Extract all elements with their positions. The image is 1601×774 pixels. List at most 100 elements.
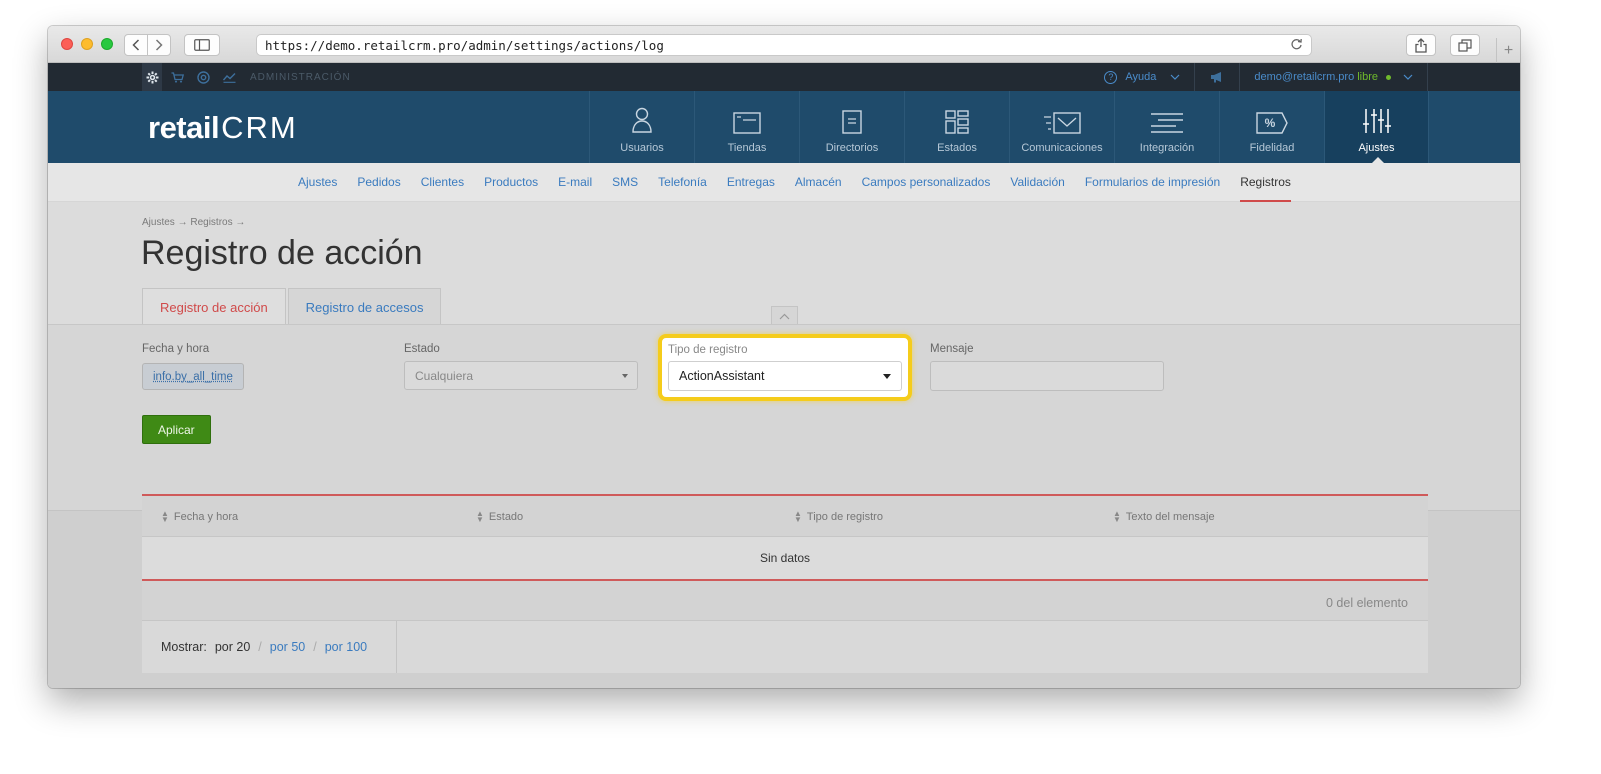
help-icon: ?: [1104, 70, 1118, 84]
subnav-email[interactable]: E-mail: [558, 163, 592, 202]
chevron-up-icon: [779, 313, 790, 319]
nav-item-label: Tiendas: [727, 142, 767, 154]
settings-subnav: Ajustes Pedidos Clientes Productos E-mai…: [48, 163, 1520, 202]
megaphone-icon[interactable]: [1195, 71, 1239, 83]
apply-button[interactable]: Aplicar: [142, 415, 211, 444]
nav-item-label: Usuarios: [620, 142, 664, 154]
forward-button[interactable]: [147, 34, 171, 56]
type-select[interactable]: ActionAssistant: [668, 361, 902, 391]
cart-icon[interactable]: [168, 68, 186, 86]
sort-icon: ▲ ▼: [476, 508, 484, 524]
page-size-100[interactable]: por 100: [325, 640, 367, 654]
new-tab-button[interactable]: +: [1496, 38, 1520, 63]
subnav-pedidos[interactable]: Pedidos: [357, 163, 400, 202]
address-bar[interactable]: https://demo.retailcrm.pro/admin/setting…: [256, 34, 1312, 56]
user-status: libre: [1357, 71, 1378, 83]
caret-down-icon: [622, 374, 628, 378]
nav-item-label: Estados: [937, 142, 977, 154]
subnav-registros[interactable]: Registros: [1240, 163, 1291, 202]
subnav-campos-personalizados[interactable]: Campos personalizados: [862, 163, 991, 202]
help-menu[interactable]: ? Ayuda: [1104, 70, 1194, 84]
type-select-value: ActionAssistant: [679, 369, 765, 383]
retailcrm-logo[interactable]: retail CRM: [148, 109, 298, 147]
sort-icon: ▲ ▼: [1113, 508, 1121, 524]
store-icon: [733, 112, 761, 134]
reload-icon[interactable]: [1290, 38, 1303, 54]
envelope-icon: [1044, 112, 1081, 134]
message-filter-label: Mensaje: [930, 343, 974, 355]
nav-item-estados[interactable]: Estados: [904, 91, 1009, 163]
subnav-entregas[interactable]: Entregas: [727, 163, 775, 202]
message-input[interactable]: [930, 361, 1164, 391]
lifebuoy-icon[interactable]: [194, 68, 212, 86]
subnav-formularios-de-impresion[interactable]: Formularios de impresión: [1085, 163, 1220, 202]
admin-section-label: ADMINISTRACIÓN: [250, 71, 351, 83]
subnav-validacion[interactable]: Validación: [1010, 163, 1064, 202]
close-window-button[interactable]: [61, 38, 73, 50]
column-header-texto[interactable]: ▲ ▼ Texto del mensaje: [1113, 496, 1215, 537]
results-table: ▲ ▼ Fecha y hora ▲ ▼ Estado ▲ ▼ Tipo de reg…: [142, 494, 1428, 673]
sliders-icon: [1362, 109, 1391, 133]
column-header-estado[interactable]: ▲ ▼ Estado: [476, 496, 523, 537]
gear-icon[interactable]: [142, 63, 162, 91]
column-header-tipo[interactable]: ▲ ▼ Tipo de registro: [794, 496, 883, 537]
subnav-telefonia[interactable]: Telefonía: [658, 163, 707, 202]
subnav-clientes[interactable]: Clientes: [421, 163, 464, 202]
type-filter-label: Tipo de registro: [668, 344, 748, 356]
nav-item-usuarios[interactable]: Usuarios: [589, 91, 694, 163]
page-size-selector: Mostrar: por 20 / por 50 / por 100: [142, 621, 397, 673]
document-icon: [842, 110, 862, 134]
page-size-current: por 20: [214, 640, 251, 654]
tab-registro-de-accesos[interactable]: Registro de accesos: [287, 288, 442, 325]
nav-item-comunicaciones[interactable]: Comunicaciones: [1009, 91, 1114, 163]
page-size-50[interactable]: por 50: [270, 640, 305, 654]
results-count: 0 del elemento: [1325, 596, 1408, 610]
status-select[interactable]: Cualquiera: [404, 361, 638, 390]
breadcrumb[interactable]: Ajustes → Registros →: [142, 217, 245, 228]
nav-item-label: Directorios: [825, 142, 879, 154]
tabs-icon: [1458, 38, 1472, 52]
tab-registro-de-accion[interactable]: Registro de acción: [142, 288, 286, 325]
nav-item-fidelidad[interactable]: % Fidelidad: [1219, 91, 1324, 163]
nav-item-tiendas[interactable]: Tiendas: [694, 91, 799, 163]
minimize-window-button[interactable]: [81, 38, 93, 50]
nav-item-integracion[interactable]: Integración: [1114, 91, 1219, 163]
page-header: Ajustes → Registros → Registro de acción…: [48, 202, 1520, 325]
subnav-productos[interactable]: Productos: [484, 163, 538, 202]
subnav-sms[interactable]: SMS: [612, 163, 638, 202]
filter-panel: Fecha y hora info.by_all_time Estado Cua…: [48, 324, 1520, 510]
caret-down-icon: [883, 374, 891, 379]
status-filter-label: Estado: [404, 343, 440, 355]
table-header: ▲ ▼ Fecha y hora ▲ ▼ Estado ▲ ▼ Tipo de reg…: [142, 496, 1428, 537]
back-button[interactable]: [124, 34, 148, 56]
browser-toolbar: https://demo.retailcrm.pro/admin/setting…: [48, 26, 1520, 63]
sidebar-icon: [194, 39, 210, 51]
svg-text:%: %: [1265, 116, 1276, 130]
empty-state: Sin datos: [142, 537, 1428, 581]
nav-item-directorios[interactable]: Directorios: [799, 91, 904, 163]
analytics-icon[interactable]: [220, 68, 238, 86]
zoom-window-button[interactable]: [101, 38, 113, 50]
subnav-ajustes[interactable]: Ajustes: [298, 163, 337, 202]
log-tabs: Registro de acción Registro de accesos: [142, 288, 443, 325]
column-header-fecha[interactable]: ▲ ▼ Fecha y hora: [161, 496, 238, 537]
grid-icon: [945, 110, 969, 134]
user-menu[interactable]: demo@retailcrm.pro libre: [1240, 71, 1427, 83]
share-button[interactable]: [1406, 34, 1436, 56]
user-icon: [632, 107, 652, 133]
subnav-almacen[interactable]: Almacén: [795, 163, 842, 202]
chevron-down-icon: [1403, 74, 1413, 80]
nav-item-ajustes[interactable]: Ajustes: [1324, 91, 1429, 163]
chevron-right-icon: [155, 39, 163, 51]
show-tabs-button[interactable]: [1450, 34, 1480, 56]
sidebar-toggle-button[interactable]: [184, 34, 220, 56]
page-title: Registro de acción: [141, 234, 423, 272]
date-filter-label: Fecha y hora: [142, 343, 210, 355]
lines-icon: [1151, 113, 1183, 133]
chevron-down-icon: [1170, 74, 1180, 80]
date-filter-button[interactable]: info.by_all_time: [142, 363, 244, 390]
sort-icon: ▲ ▼: [161, 508, 169, 524]
collapse-filters-button[interactable]: [771, 306, 798, 325]
browser-window: https://demo.retailcrm.pro/admin/setting…: [48, 26, 1520, 688]
main-nav: retail CRM Usuarios Tiendas Directorios …: [48, 91, 1520, 163]
